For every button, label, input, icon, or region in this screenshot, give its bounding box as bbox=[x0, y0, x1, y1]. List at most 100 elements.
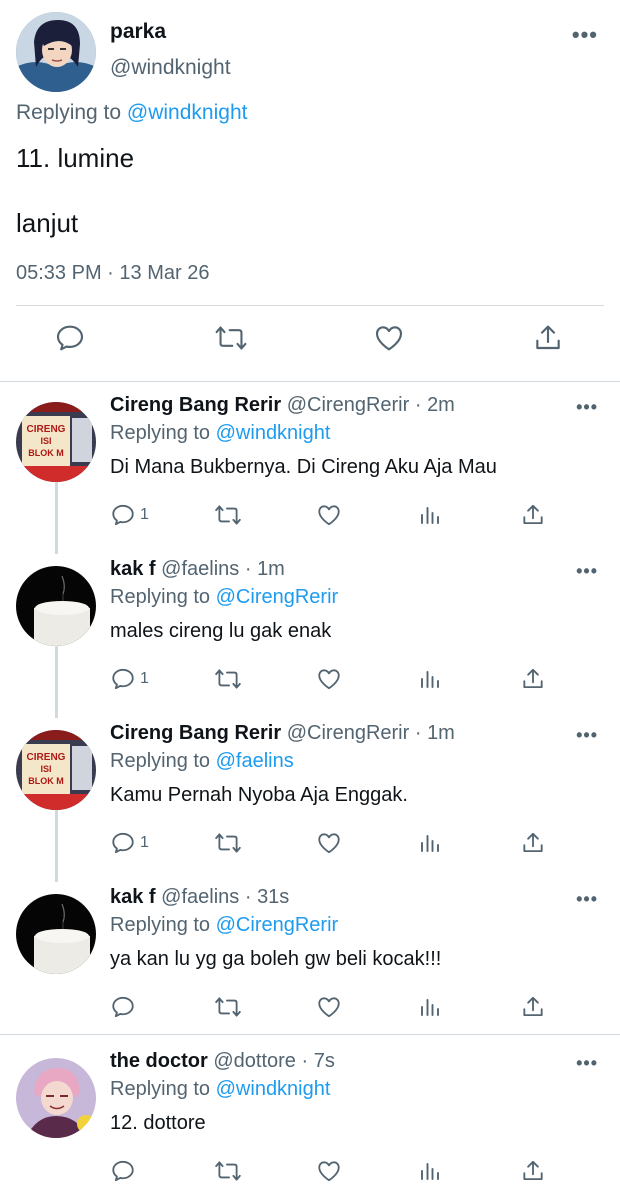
replying-prefix: Replying to bbox=[110, 914, 216, 936]
retweet-icon[interactable] bbox=[214, 666, 242, 692]
tweet-timestamp[interactable]: 05:33 PM · 13 Mar 26 bbox=[16, 262, 209, 285]
reply-button[interactable] bbox=[110, 1158, 136, 1184]
tweet-date: 13 Mar 26 bbox=[119, 262, 210, 284]
reply-header: kak f @faelins · 31s bbox=[110, 886, 289, 909]
tweet-time[interactable]: 1m bbox=[257, 558, 285, 580]
tweet-actions bbox=[110, 1158, 620, 1188]
display-name[interactable]: kak f bbox=[110, 558, 156, 580]
reply-tweet[interactable]: CIRENG ISI BLOK M Cireng Bang Rerir @Cir… bbox=[0, 720, 620, 880]
share-icon[interactable] bbox=[520, 502, 546, 528]
avatar[interactable]: CIRENG ISI BLOK M bbox=[16, 402, 96, 482]
like-icon[interactable] bbox=[316, 830, 342, 856]
replying-to-link[interactable]: @CirengRerir bbox=[216, 914, 339, 936]
analytics-icon[interactable] bbox=[418, 502, 442, 528]
more-icon[interactable]: ••• bbox=[576, 562, 598, 580]
replying-to: Replying to @windknight bbox=[110, 422, 330, 445]
shop-avatar-image: CIRENG ISI BLOK M bbox=[16, 402, 96, 482]
share-icon[interactable] bbox=[532, 322, 564, 354]
like-icon[interactable] bbox=[373, 322, 405, 354]
analytics-icon[interactable] bbox=[418, 1158, 442, 1184]
reply-count: 1 bbox=[140, 506, 149, 523]
reply-icon[interactable] bbox=[54, 322, 86, 354]
tweet-text: Di Mana Bukbernya. Di Cireng Aku Aja Mau bbox=[110, 456, 497, 478]
analytics-icon[interactable] bbox=[418, 666, 442, 692]
like-icon[interactable] bbox=[316, 666, 342, 692]
replying-prefix: Replying to bbox=[110, 422, 216, 444]
replying-to-link[interactable]: @faelins bbox=[216, 750, 294, 772]
divider bbox=[16, 305, 604, 306]
tweet-time[interactable]: 31s bbox=[257, 886, 289, 908]
reply-tweet[interactable]: kak f @faelins · 1m ••• Replying to @Cir… bbox=[0, 556, 620, 716]
more-icon[interactable]: ••• bbox=[572, 24, 598, 46]
reply-button[interactable]: 1 bbox=[110, 502, 149, 528]
retweet-icon[interactable] bbox=[214, 1158, 242, 1184]
reply-header: Cireng Bang Rerir @CirengRerir · 1m bbox=[110, 722, 455, 745]
svg-text:BLOK M: BLOK M bbox=[28, 448, 64, 458]
reply-button[interactable]: 1 bbox=[110, 830, 149, 856]
tweet-actions: 1 bbox=[110, 666, 620, 696]
replying-prefix: Replying to bbox=[110, 1078, 216, 1100]
user-handle[interactable]: @faelins bbox=[161, 558, 239, 580]
user-handle[interactable]: @dottore bbox=[213, 1050, 296, 1072]
avatar[interactable] bbox=[16, 12, 96, 92]
display-name[interactable]: parka bbox=[110, 20, 166, 44]
retweet-icon[interactable] bbox=[214, 994, 242, 1020]
replying-to: Replying to @windknight bbox=[16, 101, 247, 125]
replying-to-link[interactable]: @windknight bbox=[216, 422, 331, 444]
tweet-time[interactable]: 2m bbox=[427, 394, 455, 416]
reply-tweet[interactable]: the doctor @dottore · 7s ••• Replying to… bbox=[0, 1048, 620, 1200]
reply-tweet[interactable]: kak f @faelins · 31s ••• Replying to @Ci… bbox=[0, 884, 620, 1034]
tweet-actions bbox=[110, 994, 620, 1024]
retweet-icon[interactable] bbox=[214, 322, 248, 354]
retweet-icon[interactable] bbox=[214, 830, 242, 856]
tweet-actions bbox=[0, 322, 620, 368]
avatar[interactable] bbox=[16, 894, 96, 974]
candle-avatar-image bbox=[16, 566, 96, 646]
replying-prefix: Replying to bbox=[110, 586, 216, 608]
reply-icon bbox=[110, 994, 136, 1020]
avatar[interactable] bbox=[16, 1058, 96, 1138]
more-icon[interactable]: ••• bbox=[576, 890, 598, 908]
display-name[interactable]: kak f bbox=[110, 886, 156, 908]
tweet-text: males cireng lu gak enak bbox=[110, 620, 332, 642]
reply-count: 1 bbox=[140, 670, 149, 687]
tweet-time[interactable]: 1m bbox=[427, 722, 455, 744]
tweet-text-line: lanjut bbox=[16, 208, 79, 238]
replying-to: Replying to @CirengRerir bbox=[110, 586, 338, 609]
retweet-icon[interactable] bbox=[214, 502, 242, 528]
user-handle[interactable]: @CirengRerir bbox=[287, 722, 410, 744]
share-icon[interactable] bbox=[520, 994, 546, 1020]
more-icon[interactable]: ••• bbox=[576, 726, 598, 744]
more-icon[interactable]: ••• bbox=[576, 1054, 598, 1072]
tweet-time: 05:33 PM bbox=[16, 262, 102, 284]
avatar[interactable]: CIRENG ISI BLOK M bbox=[16, 730, 96, 810]
tweet-text: 12. dottore bbox=[110, 1112, 206, 1134]
tweet-time[interactable]: 7s bbox=[314, 1050, 335, 1072]
user-handle[interactable]: @faelins bbox=[161, 886, 239, 908]
reply-icon bbox=[110, 830, 136, 856]
user-handle[interactable]: @CirengRerir bbox=[287, 394, 410, 416]
reply-button[interactable] bbox=[110, 994, 136, 1020]
avatar[interactable] bbox=[16, 566, 96, 646]
share-icon[interactable] bbox=[520, 1158, 546, 1184]
share-icon[interactable] bbox=[520, 666, 546, 692]
reply-header: kak f @faelins · 1m bbox=[110, 558, 285, 581]
replying-to-link[interactable]: @windknight bbox=[127, 101, 248, 124]
user-handle[interactable]: @windknight bbox=[110, 56, 231, 80]
like-icon[interactable] bbox=[316, 994, 342, 1020]
analytics-icon[interactable] bbox=[418, 994, 442, 1020]
like-icon[interactable] bbox=[316, 502, 342, 528]
display-name[interactable]: Cireng Bang Rerir bbox=[110, 722, 281, 744]
replying-to-link[interactable]: @windknight bbox=[216, 1078, 331, 1100]
main-tweet: parka @windknight ••• Replying to @windk… bbox=[0, 0, 620, 382]
like-icon[interactable] bbox=[316, 1158, 342, 1184]
replying-to-link[interactable]: @CirengRerir bbox=[216, 586, 339, 608]
share-icon[interactable] bbox=[520, 830, 546, 856]
display-name[interactable]: Cireng Bang Rerir bbox=[110, 394, 281, 416]
reply-tweet[interactable]: CIRENG ISI BLOK M Cireng Bang Rerir @Cir… bbox=[0, 392, 620, 552]
analytics-icon[interactable] bbox=[418, 830, 442, 856]
reply-button[interactable]: 1 bbox=[110, 666, 149, 692]
replying-prefix: Replying to bbox=[110, 750, 216, 772]
more-icon[interactable]: ••• bbox=[576, 398, 598, 416]
display-name[interactable]: the doctor bbox=[110, 1050, 208, 1072]
